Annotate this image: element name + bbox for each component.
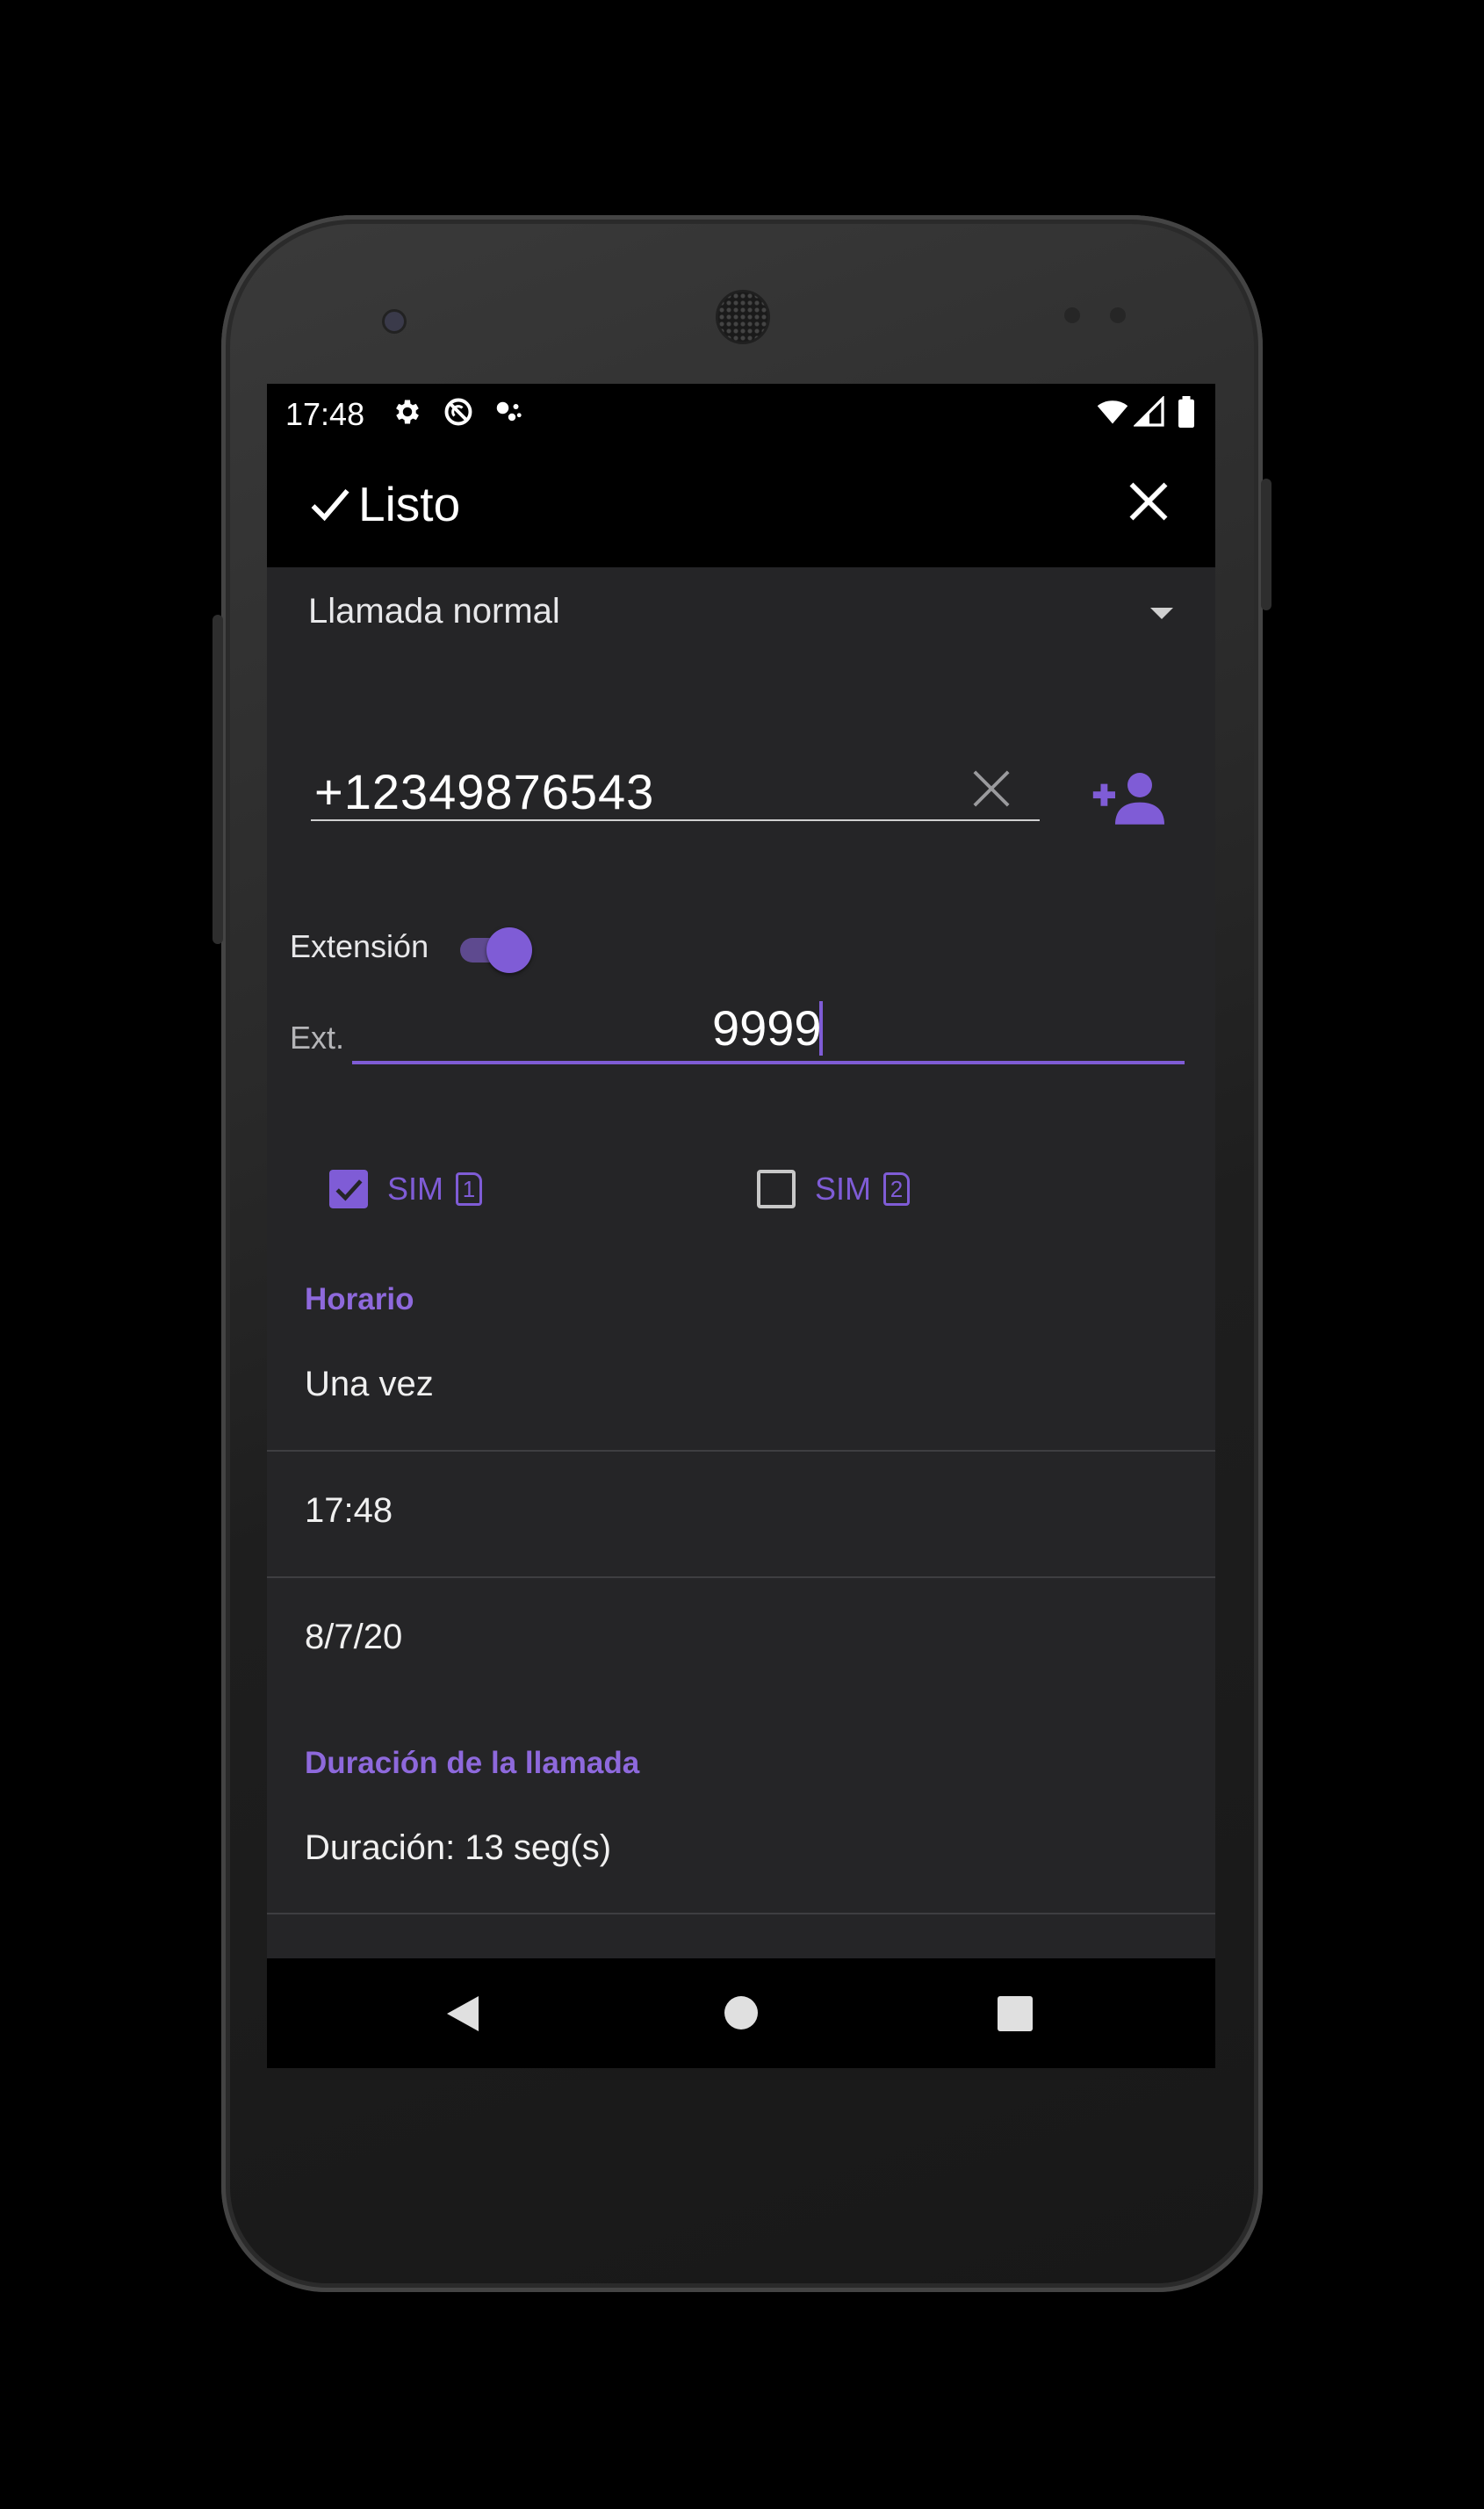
extension-field-label: Ext. (290, 1020, 345, 1056)
divider (267, 1576, 1215, 1578)
close-icon[interactable] (1126, 479, 1171, 524)
screen: 17:48 Listo Llamada normal +12349876543 … (267, 384, 1215, 2068)
extension-value: 9999 (712, 1000, 822, 1056)
duration-header: Duración de la llamada (305, 1746, 640, 1780)
done-button[interactable]: Listo (307, 469, 460, 539)
sim-1-label: SIM (387, 1171, 444, 1207)
proximity-sensor-icon (1064, 307, 1080, 323)
side-button-left (213, 615, 223, 944)
sim-card-1-icon: 1 (456, 1172, 483, 1206)
phone-number-input[interactable]: +12349876543 (311, 761, 1040, 821)
home-icon[interactable] (724, 1996, 758, 2030)
light-sensor-icon (1110, 307, 1126, 323)
wifi-icon (1097, 400, 1128, 424)
back-icon[interactable] (447, 1996, 479, 2031)
assistant-icon (496, 401, 522, 422)
extension-toggle[interactable] (455, 922, 534, 973)
battery-icon (1178, 396, 1194, 428)
call-type-selected: Llamada normal (308, 592, 560, 631)
duration-value[interactable]: Duración: 13 seg(s) (305, 1828, 611, 1868)
schedule-repeat[interactable]: Una vez (305, 1365, 434, 1404)
status-bar: 17:48 (267, 384, 1215, 439)
front-camera-icon (382, 309, 407, 334)
text-cursor (819, 1001, 823, 1056)
checkbox-checked-icon (329, 1170, 368, 1208)
settings-icon (396, 400, 419, 424)
side-button-right (1261, 479, 1271, 610)
recents-icon[interactable] (998, 1996, 1033, 2031)
extension-toggle-label: Extensión (290, 928, 429, 964)
divider (267, 1450, 1215, 1452)
schedule-date[interactable]: 8/7/20 (305, 1618, 402, 1657)
signal-icon (1134, 396, 1164, 427)
extension-input[interactable]: 9999 (352, 994, 1185, 1064)
schedule-header: Horario (305, 1282, 414, 1316)
done-label: Listo (358, 477, 461, 531)
dropdown-arrow-icon (1150, 608, 1173, 619)
check-icon (311, 489, 349, 522)
sim-1-checkbox[interactable]: SIM 1 (329, 1158, 483, 1220)
sim-2-checkbox[interactable]: SIM 2 (757, 1158, 911, 1220)
sim-2-label: SIM (815, 1171, 872, 1207)
toggle-knob (486, 927, 532, 973)
speaker-grille-icon (716, 290, 770, 344)
schedule-time[interactable]: 17:48 (305, 1491, 393, 1531)
checkbox-unchecked-icon (757, 1170, 796, 1208)
divider (267, 1913, 1215, 1914)
navigation-bar (267, 1958, 1215, 2068)
add-contact-icon[interactable] (1091, 770, 1164, 825)
status-time: 17:48 (285, 396, 365, 432)
sim-card-2-icon: 2 (883, 1172, 911, 1206)
clear-icon[interactable] (971, 768, 1012, 809)
app-bar: Listo (267, 439, 1215, 567)
call-type-dropdown[interactable]: Llamada normal (308, 588, 1178, 641)
do-not-disturb-icon (444, 398, 472, 426)
phone-number-value: +12349876543 (314, 764, 655, 819)
